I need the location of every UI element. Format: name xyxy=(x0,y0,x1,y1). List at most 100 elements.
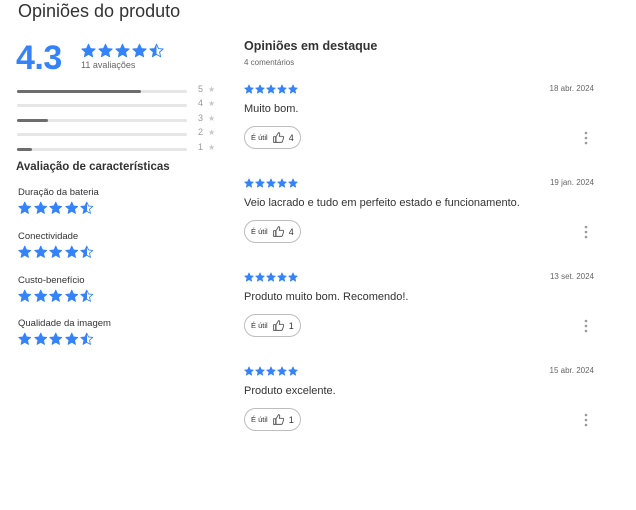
star-icon xyxy=(80,201,94,214)
star-icon xyxy=(132,43,147,58)
review-item: 19 jan. 2024 Veio lacrado e tudo em perf… xyxy=(244,178,594,258)
star-icon: ★ xyxy=(208,99,216,109)
helpful-count: 1 xyxy=(288,414,294,425)
star-icon xyxy=(266,366,276,376)
star-icon xyxy=(80,245,94,258)
star-icon xyxy=(49,245,63,258)
rating-count: 11 avaliações xyxy=(81,60,136,70)
star-icon xyxy=(288,366,298,376)
distribution-bar xyxy=(17,147,187,151)
characteristic-item: Duração da bateria xyxy=(18,187,99,215)
distribution-bar xyxy=(17,90,187,93)
characteristic-item: Conectividade xyxy=(18,231,94,259)
star-icon xyxy=(288,84,298,94)
review-stars xyxy=(244,178,298,188)
star-icon xyxy=(64,245,78,258)
distribution-row[interactable]: 4 ★ xyxy=(17,98,217,112)
review-text: Veio lacrado e tudo em perfeito estado e… xyxy=(244,197,520,209)
review-date: 19 jan. 2024 xyxy=(549,178,594,187)
review-item: 15 abr. 2024 Produto excelente. É útil 1 xyxy=(244,366,594,446)
characteristic-stars xyxy=(18,332,111,346)
distribution-row[interactable]: 2 ★ xyxy=(17,127,217,141)
review-date: 18 abr. 2024 xyxy=(549,84,594,93)
review-stars xyxy=(244,366,298,376)
star-icon xyxy=(18,289,32,302)
star-icon xyxy=(81,43,96,58)
distribution-row[interactable]: 1 ★ xyxy=(17,142,217,156)
characteristic-item: Qualidade da imagem xyxy=(18,318,111,346)
star-icon xyxy=(80,332,94,345)
characteristic-item: Custo-benefício xyxy=(18,275,94,303)
average-stars xyxy=(81,43,164,58)
helpful-label: É útil xyxy=(251,133,268,142)
star-icon xyxy=(255,84,265,94)
characteristic-name: Qualidade da imagem xyxy=(18,318,111,329)
distribution-row[interactable]: 5 ★ xyxy=(17,84,217,98)
helpful-button[interactable]: É útil 4 xyxy=(244,126,301,149)
star-icon xyxy=(266,84,276,94)
helpful-label: É útil xyxy=(251,227,268,236)
star-icon xyxy=(49,289,63,302)
star-icon xyxy=(33,289,47,302)
helpful-button[interactable]: É útil 4 xyxy=(244,220,301,243)
more-options-icon[interactable] xyxy=(584,225,588,239)
review-item: 13 set. 2024 Produto muito bom. Recomend… xyxy=(244,272,594,352)
thumbs-up-icon xyxy=(272,226,284,237)
helpful-label: É útil xyxy=(251,321,268,330)
review-date: 15 abr. 2024 xyxy=(549,366,594,375)
star-icon xyxy=(33,245,47,258)
star-icon xyxy=(255,272,265,282)
star-icon xyxy=(277,84,287,94)
star-icon xyxy=(277,178,287,188)
star-icon xyxy=(244,84,254,94)
characteristic-name: Conectividade xyxy=(18,231,79,242)
average-rating: 4.3 xyxy=(16,39,62,77)
more-options-icon[interactable] xyxy=(584,319,588,333)
star-icon xyxy=(288,178,298,188)
star-icon: ★ xyxy=(208,85,216,94)
distribution-fill xyxy=(17,147,33,151)
star-icon xyxy=(244,366,254,376)
more-options-icon[interactable] xyxy=(584,131,588,145)
star-icon: ★ xyxy=(208,142,216,152)
star-icon xyxy=(64,201,78,214)
star-icon: ★ xyxy=(208,113,216,123)
helpful-count: 4 xyxy=(288,132,294,143)
star-icon xyxy=(49,332,63,345)
opinions-count: 4 comentários xyxy=(244,58,295,67)
helpful-label: É útil xyxy=(251,415,268,424)
characteristic-stars xyxy=(18,201,99,215)
review-date: 13 set. 2024 xyxy=(549,272,594,281)
helpful-count: 1 xyxy=(288,320,294,331)
distribution-bar xyxy=(17,104,187,108)
star-icon xyxy=(115,43,130,58)
distribution-label: 1 xyxy=(198,141,204,152)
star-icon xyxy=(149,43,164,58)
star-icon xyxy=(33,332,47,345)
page-title: Opiniões do produto xyxy=(18,1,181,21)
characteristic-name: Duração da bateria xyxy=(18,187,99,198)
star-icon: ★ xyxy=(208,128,216,138)
characteristic-stars xyxy=(18,245,94,259)
rating-distribution: 5 ★ 4 ★ 3 ★ 2 ★ 1 ★ xyxy=(17,84,217,156)
star-icon xyxy=(277,366,287,376)
opinions-title: Opiniões em destaque xyxy=(244,39,378,53)
distribution-bar xyxy=(17,118,187,122)
review-stars xyxy=(244,84,298,94)
star-icon xyxy=(18,332,32,345)
helpful-count: 4 xyxy=(288,226,294,237)
thumbs-up-icon xyxy=(272,132,284,143)
helpful-button[interactable]: É útil 1 xyxy=(244,314,301,337)
star-icon xyxy=(18,201,32,214)
distribution-row[interactable]: 3 ★ xyxy=(17,113,217,127)
star-icon xyxy=(266,272,276,282)
star-icon xyxy=(18,245,32,258)
more-options-icon[interactable] xyxy=(584,413,588,427)
thumbs-up-icon xyxy=(272,414,284,425)
distribution-fill xyxy=(17,90,142,93)
review-text: Muito bom. xyxy=(244,103,299,115)
distribution-label: 3 xyxy=(198,112,204,123)
distribution-label: 4 xyxy=(198,98,204,109)
helpful-button[interactable]: É útil 1 xyxy=(244,408,301,431)
review-text: Produto excelente. xyxy=(244,385,336,397)
